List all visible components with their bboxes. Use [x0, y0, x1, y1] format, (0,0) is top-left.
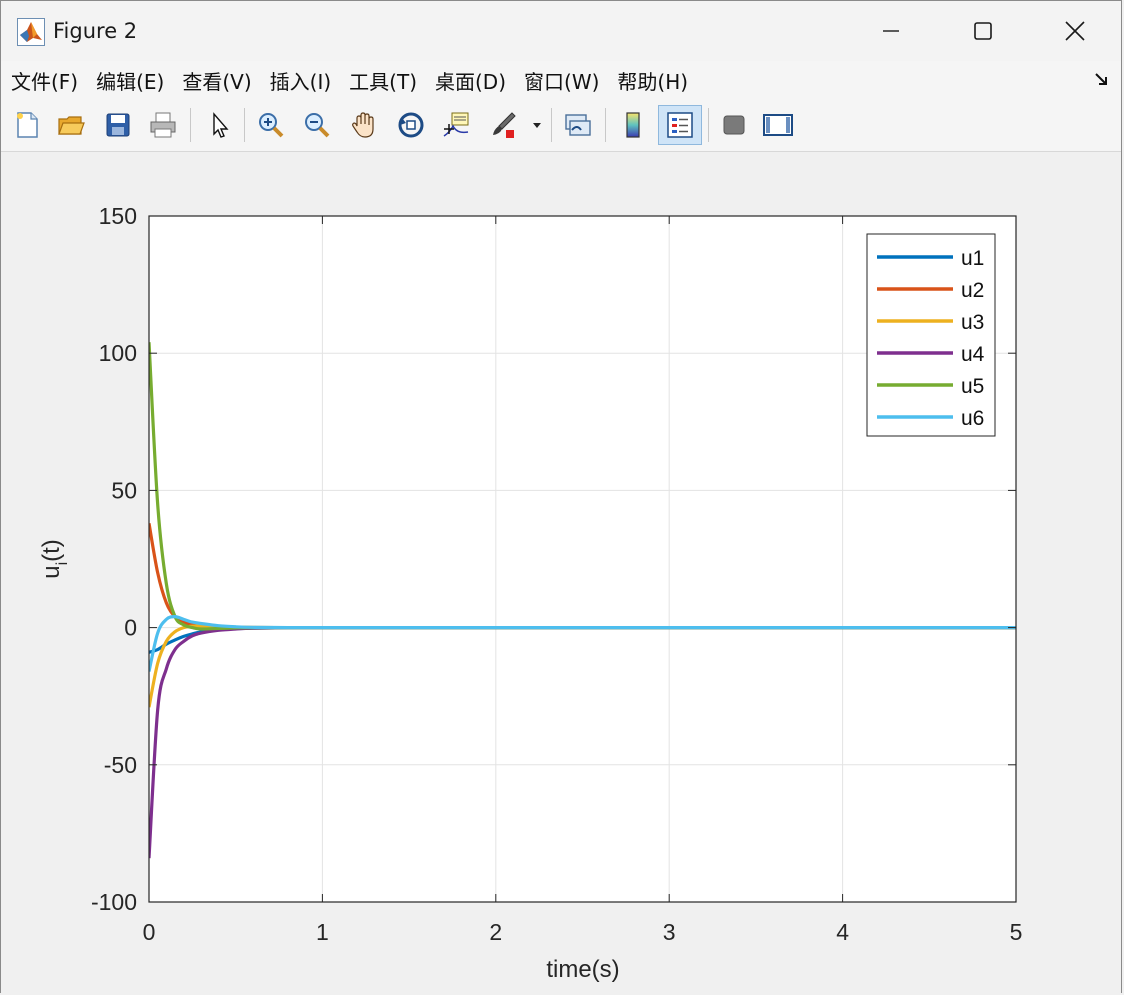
save-icon	[106, 113, 130, 137]
close-button[interactable]	[1029, 1, 1121, 61]
zoom-out-button[interactable]	[299, 107, 335, 143]
menu-window[interactable]: 窗口(W)	[516, 66, 607, 95]
legend-label-u5: u5	[961, 375, 984, 398]
maximize-icon	[974, 22, 992, 40]
hide-plot-tools-button[interactable]	[716, 107, 752, 143]
menu-desktop[interactable]: 桌面(D)	[427, 66, 514, 95]
figure-toolbar	[1, 99, 1121, 152]
y-axis-label-group: ui(t)	[38, 539, 71, 579]
show-plot-tools-icon	[763, 114, 793, 136]
y-tick-label: -50	[104, 752, 137, 778]
y-tick-label: 0	[124, 615, 137, 641]
colorbar-button[interactable]	[615, 107, 651, 143]
print-icon	[150, 112, 176, 138]
show-plot-tools-button[interactable]	[760, 107, 796, 143]
x-tick-label: 1	[316, 919, 329, 945]
title-bar[interactable]: Figure 2	[1, 1, 1121, 61]
menu-tools[interactable]: 工具(T)	[341, 66, 425, 95]
legend-label-u3: u3	[961, 311, 984, 334]
rotate-3d-icon	[398, 112, 424, 138]
x-tick-label: 0	[143, 919, 156, 945]
close-icon	[1065, 21, 1085, 41]
legend-label-u2: u2	[961, 279, 984, 302]
pan-button[interactable]	[346, 107, 382, 143]
plot-svg: 0 1 2 3 4 5-100-50050100150 time(s) ui(t) u1u…	[38, 203, 1023, 983]
menu-file[interactable]: 文件(F)	[3, 66, 86, 95]
figure-window: Figure 2 文件(F) 编辑(E) 查看(V) 插入(I) 工具(T) 桌…	[0, 0, 1122, 994]
brush-icon	[493, 112, 516, 138]
y-axis-label: ui(t)	[38, 539, 71, 579]
toolbar-separator	[605, 108, 606, 142]
y-axis-label-text: u	[38, 565, 65, 578]
matlab-logo-icon	[17, 18, 45, 46]
toolbar-separator	[708, 108, 709, 142]
toolbar-separator	[244, 108, 245, 142]
maximize-button[interactable]	[937, 1, 1029, 61]
brush-dropdown-button[interactable]	[527, 107, 547, 143]
minimize-icon	[883, 30, 899, 32]
link-plot-button[interactable]	[560, 107, 596, 143]
toolbar-separator	[551, 108, 552, 142]
x-axis-label: time(s)	[546, 956, 619, 983]
legend-label-u6: u6	[961, 407, 984, 430]
x-tick-label: 3	[663, 919, 676, 945]
print-button[interactable]	[145, 107, 181, 143]
legend[interactable]: u1 u2 u3 u4 u5 u6	[866, 233, 996, 437]
new-figure-icon	[17, 112, 38, 138]
x-tick-label: 5	[1010, 919, 1023, 945]
y-tick-label: 150	[99, 203, 137, 229]
zoom-in-button[interactable]	[253, 107, 289, 143]
link-plot-icon	[565, 114, 591, 136]
new-figure-button[interactable]	[9, 107, 45, 143]
open-folder-icon	[58, 116, 85, 135]
menu-view[interactable]: 查看(V)	[174, 66, 259, 95]
legend-icon	[667, 112, 693, 138]
zoom-out-icon	[305, 113, 330, 138]
dock-arrow-icon[interactable]	[1093, 70, 1111, 88]
legend-label-u4: u4	[961, 343, 985, 366]
menu-insert[interactable]: 插入(I)	[262, 66, 340, 95]
zoom-in-icon	[259, 113, 284, 138]
pointer-icon	[213, 112, 229, 138]
menu-help[interactable]: 帮助(H)	[609, 66, 696, 95]
data-cursor-button[interactable]	[438, 107, 474, 143]
x-tick-label: 4	[836, 919, 849, 945]
save-button[interactable]	[100, 107, 136, 143]
open-button[interactable]	[53, 107, 89, 143]
legend-button[interactable]	[658, 105, 702, 145]
y-tick-label: 50	[111, 477, 137, 503]
rotate-3d-button[interactable]	[393, 107, 429, 143]
window-title: Figure 2	[53, 19, 138, 43]
legend-label-u1: u1	[961, 247, 984, 270]
hide-plot-tools-icon	[723, 115, 745, 135]
select-button[interactable]	[201, 107, 237, 143]
colorbar-icon	[626, 112, 640, 138]
menu-bar: 文件(F) 编辑(E) 查看(V) 插入(I) 工具(T) 桌面(D) 窗口(W…	[1, 61, 1121, 99]
brush-dropdown-icon	[533, 123, 541, 128]
brush-button[interactable]	[485, 107, 521, 143]
pan-hand-icon	[352, 112, 374, 138]
y-tick-label: -100	[91, 889, 137, 915]
y-tick-label: 100	[99, 340, 137, 366]
minimize-button[interactable]	[845, 1, 937, 61]
menu-edit[interactable]: 编辑(E)	[88, 66, 172, 95]
toolbar-separator	[190, 108, 191, 142]
x-tick-label: 2	[489, 919, 502, 945]
y-axis-label-suffix: (t)	[38, 539, 65, 562]
figure-canvas[interactable]: 0 1 2 3 4 5 -100 -50 0 50 100 150 time(s) ui(t) u1 u…	[1, 152, 1121, 994]
data-cursor-icon	[443, 112, 469, 137]
